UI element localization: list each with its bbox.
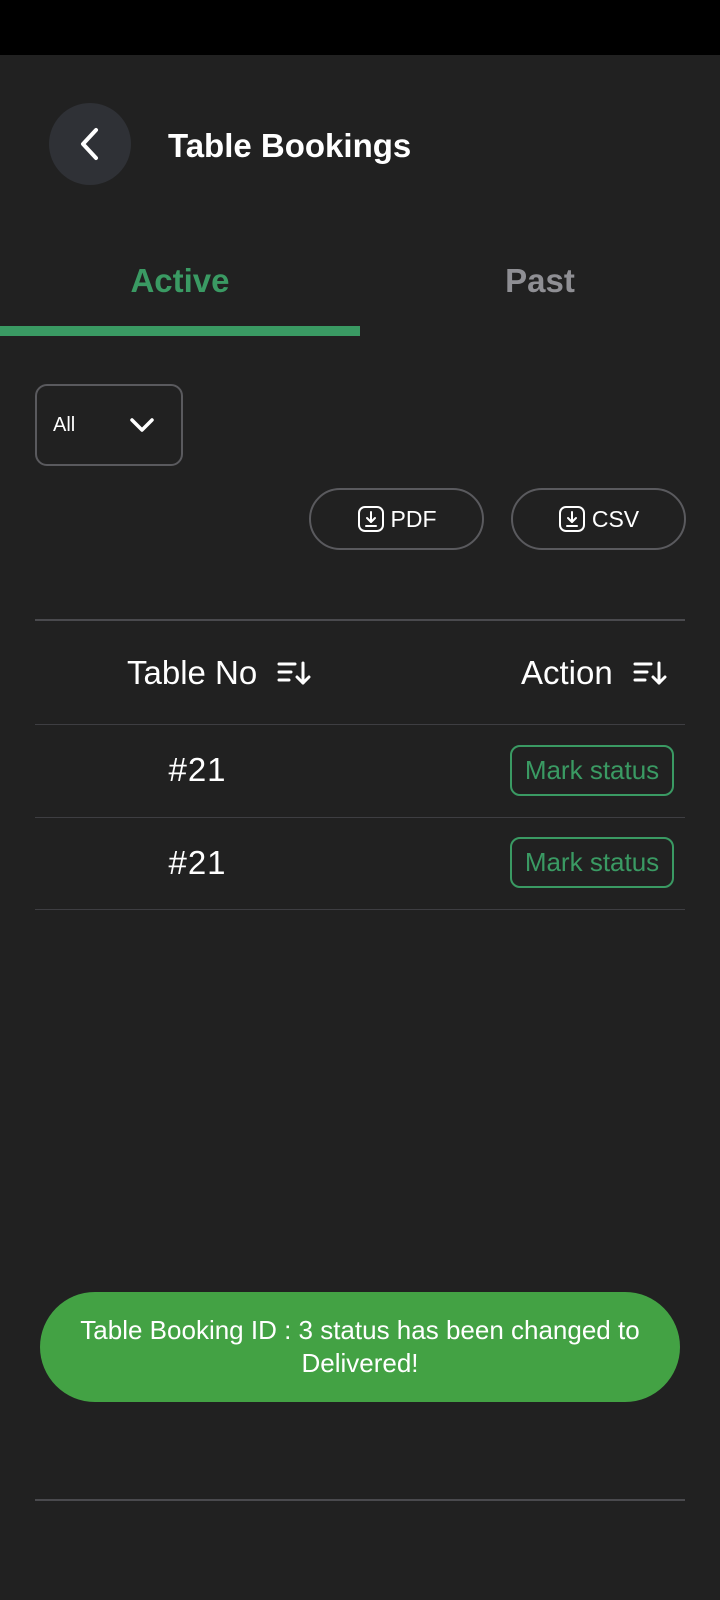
column-label-action: Action (521, 654, 613, 691)
export-pdf-button[interactable]: PDF (309, 488, 484, 550)
column-header-table-no[interactable]: Table No (127, 648, 311, 698)
filter-selected-value: All (53, 413, 76, 436)
download-icon (357, 506, 384, 532)
header-row-divider (35, 724, 685, 725)
status-filter-dropdown[interactable]: All (35, 384, 183, 466)
export-pdf-label: PDF (390, 505, 437, 532)
row-divider (35, 817, 685, 818)
row-divider (35, 909, 685, 910)
mark-status-button[interactable]: Mark status (510, 745, 674, 796)
sort-icon (633, 661, 667, 685)
tab-active[interactable]: Active (0, 240, 360, 336)
page-title: Table Bookings (168, 127, 412, 164)
download-icon (558, 506, 585, 532)
sort-icon (277, 661, 311, 685)
export-csv-button[interactable]: CSV (511, 488, 686, 550)
tab-past[interactable]: Past (360, 240, 720, 336)
table-number-cell: #21 (168, 844, 227, 881)
bottom-divider (35, 1499, 685, 1501)
active-tab-indicator (0, 326, 360, 336)
export-csv-label: CSV (591, 505, 640, 532)
column-label-table-no: Table No (127, 654, 258, 691)
status-bar (0, 0, 720, 55)
tab-bar: Active Past (0, 240, 720, 336)
column-header-action[interactable]: Action (521, 648, 667, 698)
chevron-left-icon (81, 128, 98, 160)
table-top-divider (35, 619, 685, 621)
mark-status-button[interactable]: Mark status (510, 837, 674, 888)
back-button[interactable] (49, 103, 131, 185)
status-toast: Table Booking ID : 3 status has been cha… (40, 1292, 680, 1402)
table-number-cell: #21 (168, 751, 227, 788)
header: Table Bookings (0, 55, 720, 235)
chevron-down-icon (130, 418, 154, 432)
